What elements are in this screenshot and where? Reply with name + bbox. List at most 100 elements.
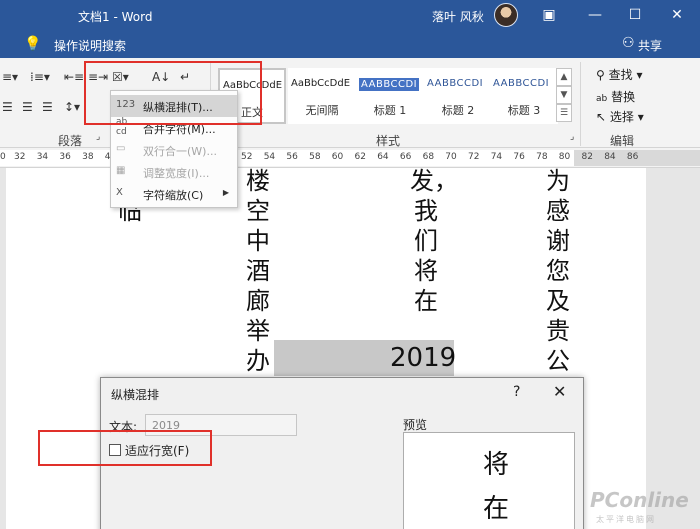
preview-char: 在 bbox=[483, 494, 510, 524]
chevron-down-icon: ▾ bbox=[636, 68, 643, 82]
watermark-sub: 太平洋电脑网 bbox=[596, 515, 656, 524]
style-sample: AABBCCDI bbox=[427, 78, 484, 89]
menu-item-label: 字符缩放(C) bbox=[143, 189, 204, 202]
ruler-tick: 80 bbox=[558, 152, 571, 162]
find-button[interactable]: ⚲ 查找 ▾ bbox=[596, 66, 643, 83]
ruler-tick: 32 bbox=[14, 152, 26, 162]
ruler-tick: 0 bbox=[0, 152, 6, 162]
style-heading-2[interactable]: AABBCCDI 标题 2 bbox=[424, 68, 492, 124]
group-separator bbox=[580, 62, 581, 146]
styles-scroll-up-icon[interactable]: ▲ bbox=[556, 68, 572, 86]
style-name: 标题 1 bbox=[373, 104, 407, 117]
menu-item-label: 双行合一(W)... bbox=[143, 145, 217, 158]
search-icon: ⚲ bbox=[596, 68, 605, 82]
close-button[interactable]: ✕ bbox=[654, 0, 700, 30]
menu-item-fit-text[interactable]: ▦ 调整宽度(I)... bbox=[111, 161, 237, 183]
style-name: 标题 3 bbox=[507, 104, 541, 117]
ruler-tick: 66 bbox=[399, 152, 412, 162]
ruler-tick: 60 bbox=[331, 152, 344, 162]
numbering-list-icon[interactable]: ⁞≡▾ bbox=[30, 70, 50, 84]
dialog-close-button[interactable]: ✕ bbox=[553, 382, 566, 401]
replace-icon: ab bbox=[596, 94, 608, 104]
style-name: 无间隔 bbox=[305, 104, 339, 117]
multilevel-list-icon[interactable]: ≡▾ bbox=[2, 70, 18, 84]
ruler-tick: 62 bbox=[354, 152, 366, 162]
cursor-icon: ↖ bbox=[596, 110, 607, 124]
select-button[interactable]: ↖ 选择 ▾ bbox=[596, 108, 644, 125]
text-column: 为感谢您及贵公 bbox=[546, 167, 570, 375]
styles-launcher-icon[interactable]: ⌟ bbox=[570, 132, 574, 142]
submenu-arrow-icon: ▶ bbox=[222, 188, 229, 197]
ruler-tick: 64 bbox=[377, 152, 389, 162]
tell-me-search[interactable]: 操作说明搜索 bbox=[54, 37, 126, 54]
character-scaling-icon: X bbox=[116, 187, 123, 198]
dialog-title: 纵横混排 bbox=[111, 388, 160, 402]
ruler-tick: 72 bbox=[468, 152, 480, 162]
maximize-button[interactable]: ☐ bbox=[612, 0, 658, 30]
ribbon-display-options-icon[interactable]: ▣ bbox=[526, 0, 572, 30]
ruler-tick: 84 bbox=[604, 152, 616, 162]
title-bar: 文档1 - Word 落叶 风秋 ▣ — ☐ ✕ bbox=[0, 0, 700, 30]
ruler-tick: 70 bbox=[445, 152, 457, 162]
document-title: 文档1 - Word bbox=[78, 10, 153, 24]
watermark-brand: PConline bbox=[590, 488, 689, 512]
menu-item-two-lines-in-one[interactable]: ▭ 双行合一(W)... bbox=[111, 139, 237, 161]
ruler-tick: 68 bbox=[422, 152, 435, 162]
paragraph-launcher-icon[interactable]: ⌟ bbox=[96, 132, 100, 142]
person-icon: ⚇ bbox=[622, 35, 635, 51]
avatar[interactable] bbox=[494, 3, 518, 27]
ruler-tick: 74 bbox=[490, 152, 503, 162]
ruler-tick: 38 bbox=[82, 152, 94, 162]
editing-group-label: 编辑 bbox=[610, 134, 635, 148]
ruler-tick: 54 bbox=[263, 152, 276, 162]
chevron-down-icon: ▾ bbox=[637, 110, 644, 124]
ruler-tick: 82 bbox=[581, 152, 593, 162]
decrease-indent-icon[interactable]: ⇤≡ bbox=[64, 70, 84, 84]
styles-scroll-down-icon[interactable]: ▼ bbox=[556, 86, 572, 104]
menu-item-character-scaling[interactable]: X 字符缩放(C) ▶ bbox=[111, 183, 237, 205]
fit-text-icon: ▦ bbox=[116, 165, 126, 176]
menu-item-label: 调整宽度(I)... bbox=[143, 167, 210, 180]
preview-label: 预览 bbox=[403, 418, 428, 432]
styles-group-label: 样式 bbox=[376, 134, 401, 148]
replace-button[interactable]: ab 替换 bbox=[596, 88, 635, 105]
styles-more-icon[interactable]: ☰ bbox=[556, 104, 572, 122]
replace-label: 替换 bbox=[611, 90, 636, 104]
selected-year: 2019 bbox=[390, 343, 457, 373]
ruler-tick: 34 bbox=[36, 152, 49, 162]
line-spacing-icon[interactable]: ↕▾ bbox=[64, 100, 80, 114]
distribute-icon[interactable]: ☰ bbox=[42, 100, 53, 114]
two-lines-icon: ▭ bbox=[116, 143, 126, 154]
ruler-tick: 78 bbox=[536, 152, 548, 162]
text-column: 楼空中酒廊举办 bbox=[246, 167, 270, 375]
ruler-tick: 52 bbox=[241, 152, 253, 162]
find-label: 查找 bbox=[608, 68, 633, 82]
user-name[interactable]: 落叶 风秋 bbox=[432, 8, 484, 25]
ruler-tick: 36 bbox=[59, 152, 71, 162]
ruler-tick: 76 bbox=[513, 152, 525, 162]
tell-me-bar: 💡 操作说明搜索 ⚇ 共享 bbox=[0, 30, 700, 58]
ruler-tick: 58 bbox=[309, 152, 321, 162]
style-sample: AABBCCDI bbox=[359, 78, 420, 91]
align-center-icon[interactable]: ☰ bbox=[22, 100, 33, 114]
style-heading-3[interactable]: AABBCCDI 标题 3 bbox=[490, 68, 558, 124]
align-left-icon[interactable]: ☰ bbox=[2, 100, 13, 114]
lightbulb-icon: 💡 bbox=[24, 36, 42, 52]
select-label: 选择 bbox=[609, 110, 634, 124]
style-sample: AaBbCcDdE bbox=[291, 78, 351, 89]
style-name: 标题 2 bbox=[441, 104, 475, 117]
ruler-tick: 56 bbox=[286, 152, 298, 162]
preview-char: 将 bbox=[483, 450, 510, 480]
annotation-box bbox=[84, 61, 262, 125]
style-no-spacing[interactable]: AaBbCcDdE 无间隔 bbox=[288, 68, 356, 124]
style-sample: AABBCCDI bbox=[493, 78, 550, 89]
help-button[interactable]: ? bbox=[513, 384, 520, 400]
horizontal-ruler[interactable]: 0323436384042444648505254565860626466687… bbox=[0, 148, 700, 168]
share-button[interactable]: 共享 bbox=[638, 37, 662, 54]
word-window: 文档1 - Word 落叶 风秋 ▣ — ☐ ✕ 💡 操作说明搜索 ⚇ 共享 ≡… bbox=[0, 0, 700, 529]
ruler-tick: 86 bbox=[626, 152, 639, 162]
text-column: 发，我们将在 bbox=[410, 167, 458, 315]
style-heading-1[interactable]: AABBCCDI 标题 1 bbox=[356, 68, 424, 124]
paragraph-group-label: 段落 bbox=[58, 134, 83, 148]
annotation-box bbox=[38, 430, 212, 466]
